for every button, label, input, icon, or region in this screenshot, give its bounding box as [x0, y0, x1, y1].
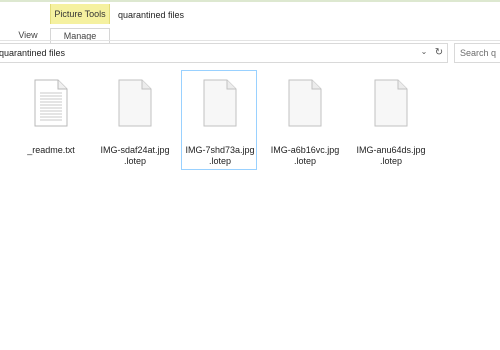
address-bar-row: quarantined files ⌄ ↻ Search q [0, 43, 500, 63]
file-item-selected[interactable]: IMG-7shd73a.jpg .lotep [181, 70, 257, 170]
file-name-line1: IMG-7shd73a.jpg [185, 145, 255, 155]
context-group-label: Picture Tools [54, 9, 106, 19]
file-name-line1: _readme.txt [27, 145, 75, 155]
ribbon-tab-bar: Picture Tools quarantined files View Man… [0, 2, 500, 43]
search-placeholder: Search q [460, 48, 497, 58]
window-title: quarantined files [118, 10, 185, 20]
address-path: quarantined files [0, 48, 66, 58]
search-input[interactable]: Search q [454, 43, 500, 63]
file-item[interactable]: IMG-anu64ds.jpg .lotep [352, 70, 428, 170]
file-item[interactable]: IMG-sdaf24at.jpg .lotep [96, 70, 172, 170]
refresh-icon[interactable]: ↻ [433, 47, 445, 59]
text-document-icon [34, 79, 68, 127]
file-name: IMG-anu64ds.jpg .lotep [353, 145, 429, 167]
file-name: IMG-a6b16vc.jpg .lotep [267, 145, 343, 167]
file-name-line2: .lotep [208, 156, 232, 166]
file-item[interactable]: _readme.txt [12, 70, 88, 170]
file-item[interactable]: IMG-a6b16vc.jpg .lotep [266, 70, 342, 170]
file-name: IMG-sdaf24at.jpg .lotep [97, 145, 173, 167]
blank-document-icon [203, 79, 237, 127]
ribbon-divider [0, 40, 500, 41]
file-name: _readme.txt [13, 145, 89, 156]
blank-document-icon [118, 79, 152, 127]
chevron-down-icon[interactable]: ⌄ [419, 47, 429, 59]
blank-document-icon [374, 79, 408, 127]
file-name: IMG-7shd73a.jpg .lotep [182, 145, 258, 167]
file-name-line1: IMG-anu64ds.jpg [356, 145, 426, 155]
blank-document-icon [288, 79, 322, 127]
picture-tools-context-group: Picture Tools [50, 4, 110, 24]
file-name-line1: IMG-a6b16vc.jpg [270, 145, 340, 155]
file-name-line2: .lotep [123, 156, 147, 166]
file-name-line1: IMG-sdaf24at.jpg [100, 145, 170, 155]
file-name-line2: .lotep [379, 156, 403, 166]
file-view: _readme.txt IMG-sdaf24at.jpg .lotep IMG-… [0, 64, 500, 350]
address-bar[interactable]: quarantined files ⌄ ↻ [0, 43, 448, 63]
file-name-line2: .lotep [293, 156, 317, 166]
